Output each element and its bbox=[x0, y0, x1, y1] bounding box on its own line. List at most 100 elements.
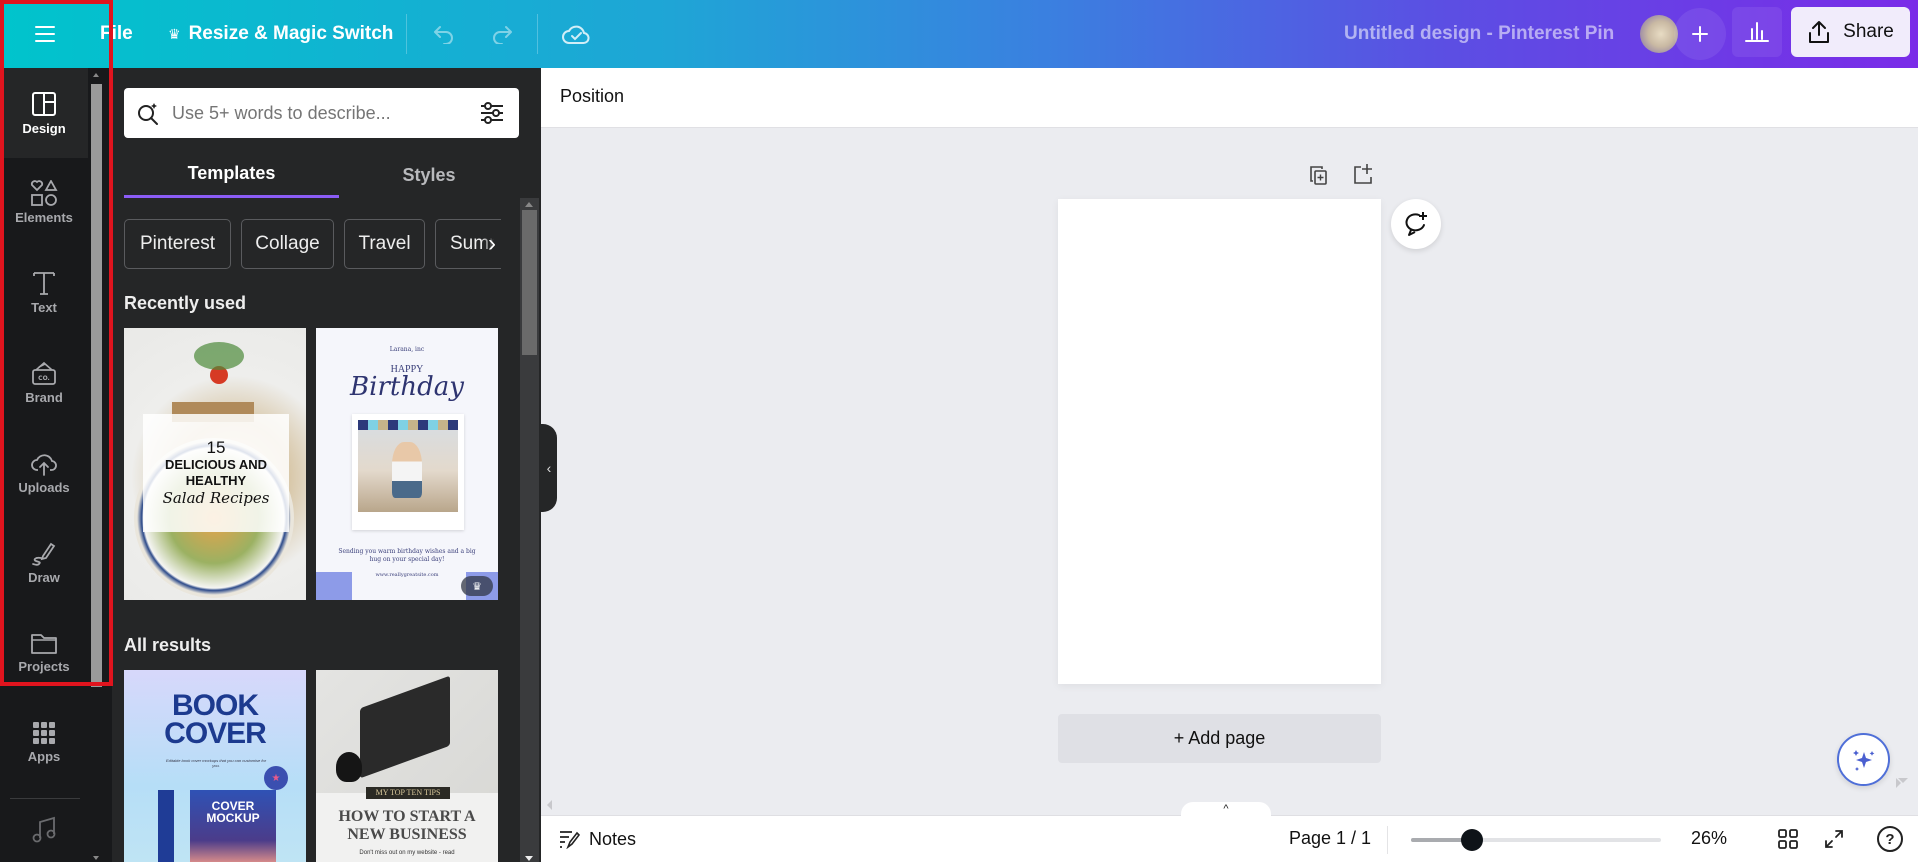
template-thumbnail-book-cover[interactable]: BOOK COVER Editable book cover mockups t… bbox=[124, 670, 306, 862]
cloud-check-icon bbox=[562, 25, 590, 44]
chevron-left-icon: ‹ bbox=[546, 460, 552, 476]
baby-photo bbox=[358, 420, 458, 512]
filter-chip-travel[interactable]: Travel bbox=[344, 219, 425, 269]
chips-scroll-right-button[interactable]: › bbox=[482, 228, 502, 260]
canvas-scroll-down-arrow[interactable] bbox=[1898, 778, 1908, 783]
draw-icon bbox=[32, 542, 56, 566]
greens-decor bbox=[194, 342, 244, 370]
redo-icon bbox=[493, 26, 512, 44]
grid-view-button[interactable] bbox=[1777, 828, 1801, 852]
duplicate-page-icon bbox=[1310, 166, 1327, 185]
filter-chip-collage[interactable]: Collage bbox=[241, 219, 334, 269]
help-button[interactable]: ? bbox=[1877, 826, 1903, 852]
resize-label: Resize & Magic Switch bbox=[188, 23, 394, 44]
redo-button[interactable] bbox=[486, 18, 518, 50]
salad-line: DELICIOUS AND bbox=[164, 457, 268, 472]
filter-chip-pinterest[interactable]: Pinterest bbox=[124, 219, 231, 269]
premium-badge: ♛ bbox=[461, 576, 493, 596]
add-comment-button[interactable] bbox=[1391, 199, 1441, 249]
rail-scrollbar-down-arrow[interactable] bbox=[93, 856, 99, 860]
show-pages-button[interactable]: ^ bbox=[1181, 802, 1271, 816]
desk-photo bbox=[316, 670, 498, 793]
rail-item-design[interactable]: Design bbox=[0, 68, 88, 158]
rail-label: Text bbox=[31, 299, 57, 315]
fullscreen-button[interactable] bbox=[1823, 828, 1847, 852]
design-page[interactable] bbox=[1058, 199, 1381, 684]
vase-decor bbox=[336, 752, 362, 782]
zoom-slider[interactable] bbox=[1411, 829, 1661, 851]
plus-icon bbox=[1692, 26, 1708, 42]
salad-line: HEALTHY bbox=[185, 473, 247, 488]
share-label: Share bbox=[1843, 21, 1894, 42]
undo-button[interactable] bbox=[428, 18, 460, 50]
share-icon bbox=[1809, 21, 1830, 43]
page-indicator[interactable]: Page 1 / 1 bbox=[1289, 828, 1371, 849]
template-thumbnail-business[interactable]: MY TOP TEN TIPS HOW TO START A NEW BUSIN… bbox=[316, 670, 498, 862]
hamburger-icon bbox=[35, 26, 55, 42]
rail-scrollbar-up-arrow[interactable] bbox=[93, 73, 99, 77]
canvas-scroll-left-arrow[interactable] bbox=[547, 800, 552, 810]
context-toolbar: Position bbox=[541, 68, 1918, 128]
rail-item-elements[interactable]: Elements bbox=[0, 158, 88, 246]
gift-decor bbox=[316, 572, 352, 600]
menu-button[interactable] bbox=[28, 18, 62, 50]
tab-label: Templates bbox=[187, 163, 276, 183]
tab-styles[interactable]: Styles bbox=[339, 152, 519, 198]
add-page-button[interactable]: + Add page bbox=[1058, 714, 1381, 763]
add-page-icon-button[interactable] bbox=[1352, 162, 1376, 188]
panel-scroll-down-arrow[interactable] bbox=[525, 856, 533, 861]
template-search[interactable] bbox=[124, 88, 519, 138]
panel-scrollbar-thumb[interactable] bbox=[522, 210, 537, 355]
rail-divider bbox=[10, 798, 80, 799]
rail-label: Design bbox=[22, 120, 66, 136]
save-status-button[interactable] bbox=[558, 16, 594, 52]
avatar[interactable] bbox=[1640, 15, 1678, 53]
music-icon bbox=[32, 816, 56, 843]
text-icon bbox=[33, 271, 55, 295]
zoom-slider-handle[interactable] bbox=[1461, 829, 1484, 851]
rail-item-uploads[interactable]: Uploads bbox=[0, 428, 88, 516]
share-button[interactable]: Share bbox=[1791, 7, 1910, 57]
rail-item-text[interactable]: Text bbox=[0, 248, 88, 336]
design-title[interactable]: Untitled design - Pinterest Pin bbox=[1344, 20, 1614, 48]
photo-frame bbox=[352, 414, 464, 530]
rail-item-audio[interactable] bbox=[0, 808, 88, 862]
svg-text:CO.: CO. bbox=[38, 375, 50, 382]
search-input[interactable] bbox=[172, 102, 479, 124]
divider bbox=[537, 14, 538, 54]
filter-icon[interactable] bbox=[479, 101, 505, 125]
collapse-panel-button[interactable]: ‹ bbox=[541, 424, 557, 512]
rail-item-projects[interactable]: Projects bbox=[0, 608, 88, 696]
duplicate-page-button[interactable] bbox=[1308, 164, 1332, 188]
rail-scrollbar-thumb[interactable] bbox=[91, 84, 102, 687]
notes-button[interactable]: Notes bbox=[559, 826, 636, 852]
tab-templates[interactable]: Templates bbox=[124, 152, 339, 198]
rail-label: Apps bbox=[27, 748, 61, 764]
birthday-text: Birthday bbox=[350, 372, 464, 402]
grid-view-icon bbox=[1778, 829, 1798, 849]
position-button[interactable]: Position bbox=[560, 86, 624, 107]
rail-item-draw[interactable]: Draw bbox=[0, 518, 88, 606]
panel-scroll-up-arrow[interactable] bbox=[525, 202, 533, 207]
resize-magic-switch-button[interactable]: ♛ Resize & Magic Switch bbox=[168, 20, 393, 48]
template-thumbnail-salad[interactable]: 15 DELICIOUS AND HEALTHY Salad Recipes bbox=[124, 328, 306, 600]
business-body: Don't miss out on my website - read bbox=[359, 850, 455, 856]
birthday-message: Sending you warm birthday wishes and a b… bbox=[338, 548, 476, 563]
rail-item-brand[interactable]: CO. Brand bbox=[0, 338, 88, 426]
rail-item-apps[interactable]: Apps bbox=[0, 698, 88, 786]
cloud-upload-icon bbox=[31, 453, 57, 476]
invite-button[interactable] bbox=[1674, 8, 1726, 60]
business-title: HOW TO START A NEW BUSINESS bbox=[338, 808, 476, 843]
magic-search-icon bbox=[138, 103, 158, 125]
template-thumbnail-birthday[interactable]: Larana, inc HAPPY Birthday Sending you w… bbox=[316, 328, 498, 600]
insights-button[interactable] bbox=[1732, 7, 1782, 57]
file-menu[interactable]: File bbox=[100, 20, 133, 48]
zoom-percent[interactable]: 26% bbox=[1691, 828, 1727, 849]
sparkle-icon bbox=[1852, 749, 1874, 771]
bottom-bar: ^ Notes Page 1 / 1 26% ? bbox=[541, 802, 1918, 862]
company-name: Larana, inc bbox=[389, 346, 425, 353]
recently-used-heading: Recently used bbox=[124, 293, 247, 313]
salad-text-card: 15 DELICIOUS AND HEALTHY Salad Recipes bbox=[143, 414, 289, 532]
magic-assistant-button[interactable] bbox=[1837, 733, 1890, 786]
divider bbox=[1387, 826, 1388, 854]
